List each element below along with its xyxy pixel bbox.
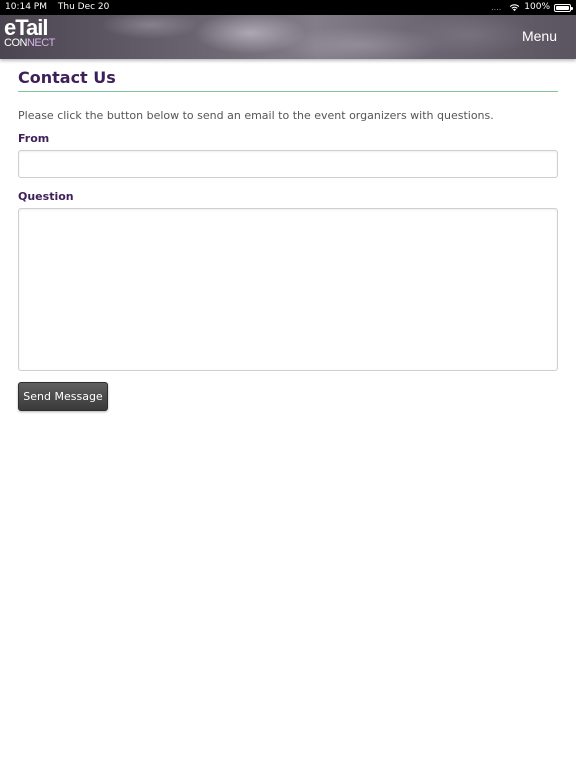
status-right: .... 100% xyxy=(491,0,573,15)
wifi-icon xyxy=(509,4,520,12)
menu-button[interactable]: Menu xyxy=(522,28,557,44)
logo-sub-part2: NECT xyxy=(26,37,55,49)
battery-icon xyxy=(554,3,573,12)
intro-text: Please click the button below to send an… xyxy=(18,109,494,122)
question-label: Question xyxy=(18,190,74,203)
question-field[interactable] xyxy=(18,208,558,371)
status-bar: 10:14 PM Thu Dec 20 .... 100% xyxy=(0,0,576,15)
logo-sub-part1: CON xyxy=(4,37,27,49)
contact-form: Contact Us Please click the button below… xyxy=(18,68,558,411)
status-left: 10:14 PM Thu Dec 20 xyxy=(5,0,109,15)
battery-fill xyxy=(556,5,569,10)
from-field[interactable] xyxy=(18,150,558,178)
etail-connect-logo: eTail CONNECT xyxy=(4,17,55,49)
logo-main: eTail xyxy=(4,15,49,40)
signal-indicator: .... xyxy=(491,3,502,12)
battery-percent: 100% xyxy=(524,2,550,12)
status-date: Thu Dec 20 xyxy=(57,2,110,12)
from-label: From xyxy=(18,132,50,145)
status-time: 10:14 PM xyxy=(5,2,47,12)
logo-sub: CONNECT xyxy=(4,38,55,49)
page-title: Contact Us xyxy=(18,68,558,92)
app-header: eTail CONNECT Menu xyxy=(0,15,576,59)
send-message-button[interactable]: Send Message xyxy=(18,382,108,411)
